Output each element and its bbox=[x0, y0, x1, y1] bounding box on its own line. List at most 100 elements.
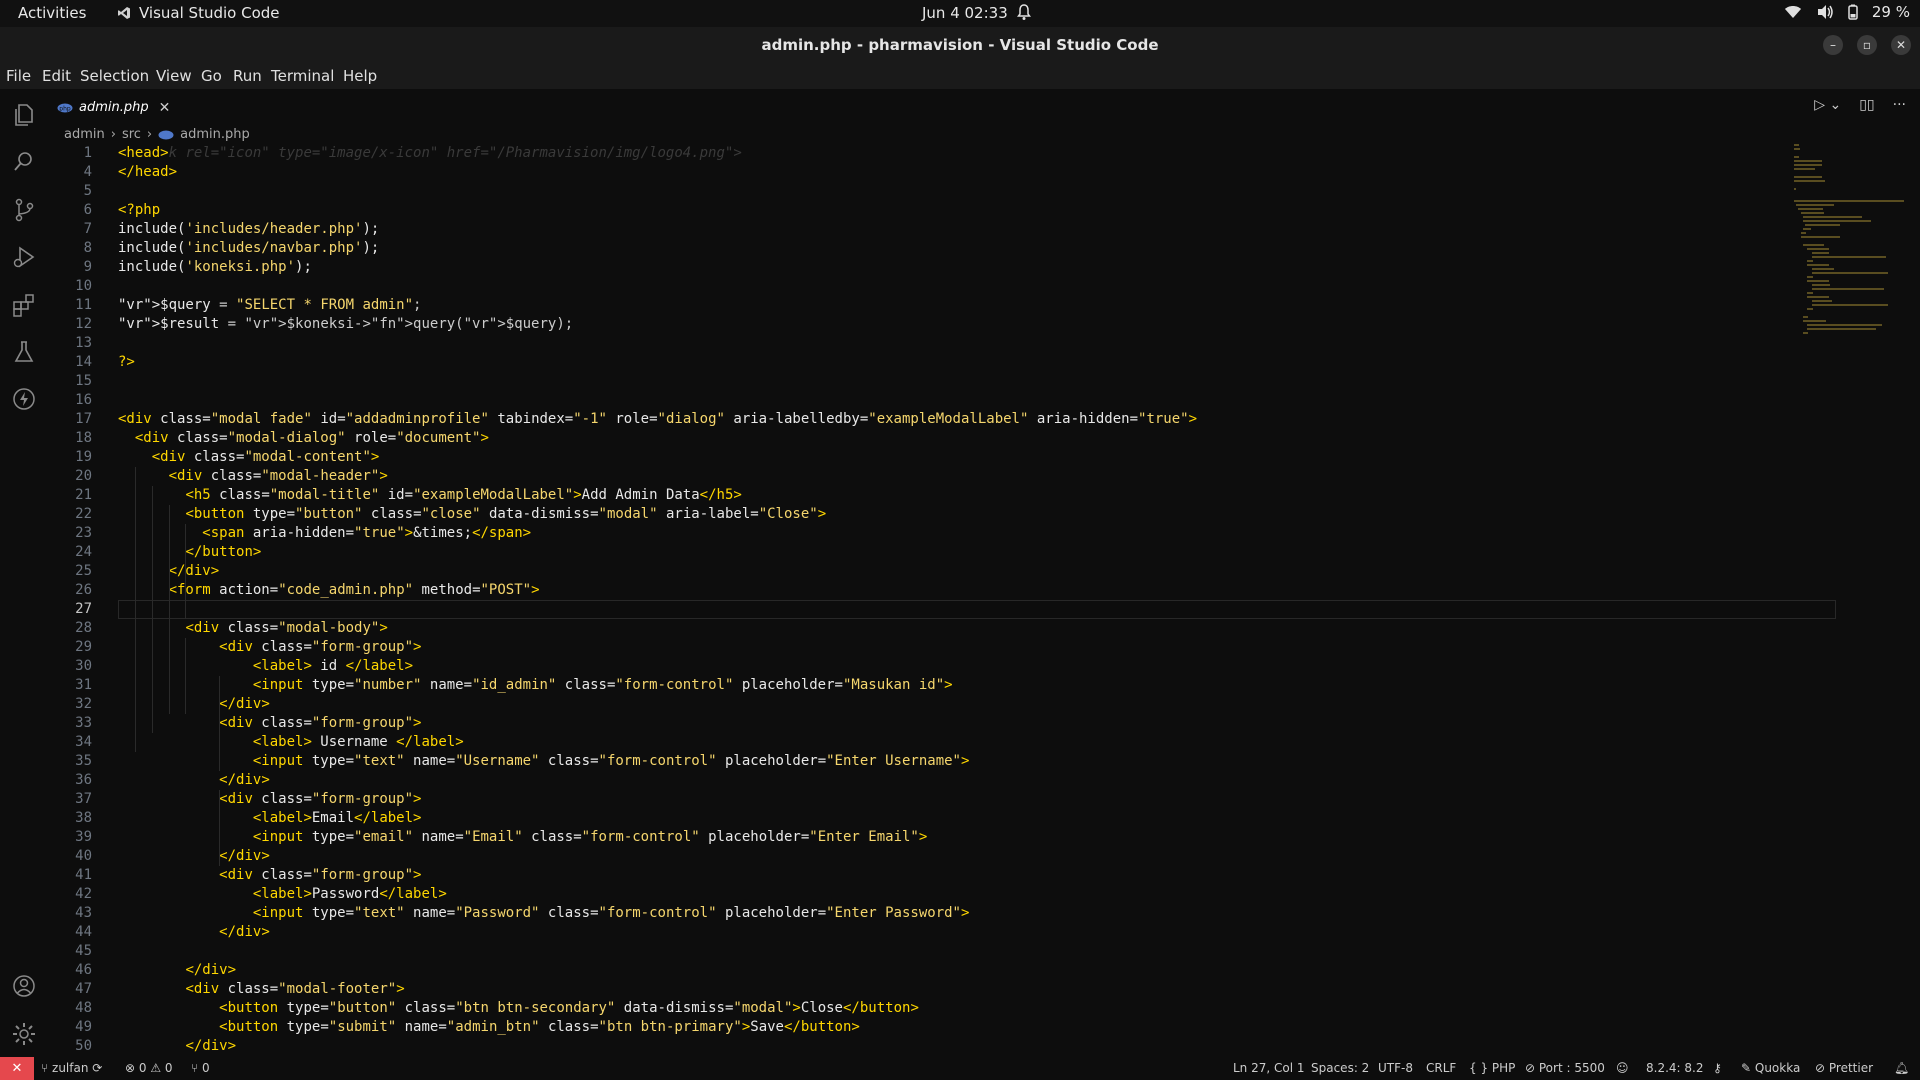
code-line[interactable]: 29 <div class="form-group"> bbox=[47, 638, 1787, 657]
code-line[interactable]: 35 <input type="text" name="Username" cl… bbox=[47, 752, 1787, 771]
notifications-bell-icon[interactable]: 🔔︎ bbox=[1894, 1061, 1909, 1075]
search-icon[interactable] bbox=[11, 149, 37, 175]
code-line[interactable]: 9 include('koneksi.php'); bbox=[47, 258, 1787, 277]
code-line[interactable]: 41 <div class="form-group"> bbox=[47, 866, 1787, 885]
code-line[interactable]: 46 </div> bbox=[47, 961, 1787, 980]
key-icon[interactable]: ⚷ bbox=[1713, 1061, 1722, 1075]
more-actions-icon[interactable]: ··· bbox=[1893, 97, 1906, 113]
code-line[interactable]: 22 <button type="button" class="close" d… bbox=[47, 505, 1787, 524]
feedback-icon[interactable]: ☺ bbox=[1616, 1061, 1629, 1075]
run-file-icon[interactable]: ▷ ⌄ bbox=[1814, 97, 1841, 113]
minimap[interactable] bbox=[1792, 144, 1910, 394]
code-line[interactable]: 16 bbox=[47, 391, 1787, 410]
code-line[interactable]: 26 <form action="code_admin.php" method=… bbox=[47, 581, 1787, 600]
code-line[interactable]: 8 include('includes/navbar.php'); bbox=[47, 239, 1787, 258]
code-line[interactable]: 49 <button type="submit" name="admin_btn… bbox=[47, 1018, 1787, 1037]
code-line[interactable]: 5 bbox=[47, 182, 1787, 201]
lightning-icon[interactable] bbox=[11, 386, 37, 412]
code-editor[interactable]: 1 <head>k rel="icon" type="image/x-icon" … bbox=[47, 144, 1836, 1056]
breadcrumb-file[interactable]: admin.php bbox=[180, 127, 250, 142]
code-line[interactable]: 20 <div class="modal-header"> bbox=[47, 467, 1787, 486]
live-server-port[interactable]: ⊘ Port : 5500 bbox=[1525, 1061, 1605, 1075]
code-line[interactable]: 7 include('includes/header.php'); bbox=[47, 220, 1787, 239]
explorer-icon[interactable] bbox=[11, 102, 37, 128]
testing-icon[interactable] bbox=[11, 339, 37, 365]
indentation[interactable]: Spaces: 2 bbox=[1311, 1061, 1369, 1075]
code-line[interactable]: 40 </div> bbox=[47, 847, 1787, 866]
menu-file[interactable]: File bbox=[6, 67, 31, 85]
run-debug-icon[interactable] bbox=[11, 244, 37, 270]
menu-go[interactable]: Go bbox=[201, 67, 222, 85]
code-line[interactable]: 38 <label>Email</label> bbox=[47, 809, 1787, 828]
code-line[interactable]: 32 </div> bbox=[47, 695, 1787, 714]
menu-view[interactable]: View bbox=[156, 67, 192, 85]
code-line[interactable]: 11 "vr">$query = "SELECT * FROM admin"; bbox=[47, 296, 1787, 315]
system-tray[interactable]: 29 % bbox=[1784, 3, 1910, 21]
code-line[interactable]: 31 <input type="number" name="id_admin" … bbox=[47, 676, 1787, 695]
cursor-position[interactable]: Ln 27, Col 1 bbox=[1233, 1061, 1305, 1075]
activities-button[interactable]: Activities bbox=[18, 4, 86, 22]
source-control-icon[interactable] bbox=[11, 197, 37, 223]
code-line[interactable]: 19 <div class="modal-content"> bbox=[47, 448, 1787, 467]
code-line[interactable]: 47 <div class="modal-footer"> bbox=[47, 980, 1787, 999]
close-window-icon[interactable]: ✕ bbox=[1891, 35, 1911, 55]
code-line[interactable]: 23 <span aria-hidden="true">&times;</spa… bbox=[47, 524, 1787, 543]
problems-status[interactable]: ⊗ 0 ⚠ 0 bbox=[125, 1061, 173, 1075]
minimize-icon[interactable]: – bbox=[1823, 35, 1843, 55]
code-line[interactable]: 48 <button type="button" class="btn btn-… bbox=[47, 999, 1787, 1018]
ports-status[interactable]: ⑂ 0 bbox=[191, 1061, 210, 1075]
window-title-bar[interactable]: admin.php - pharmavision - Visual Studio… bbox=[0, 27, 1920, 63]
code-line[interactable]: 12 "vr">$result = "vr">$koneksi->"fn">que… bbox=[47, 315, 1787, 334]
code-line[interactable]: 39 <input type="email" name="Email" clas… bbox=[47, 828, 1787, 847]
settings-gear-icon[interactable] bbox=[11, 1021, 37, 1047]
code-line[interactable]: 17 <div class="modal fade" id="addadminpr… bbox=[47, 410, 1787, 429]
php-version[interactable]: 8.2.4: 8.2 bbox=[1646, 1061, 1703, 1075]
breadcrumb-folder-admin[interactable]: admin bbox=[64, 127, 105, 142]
code-line[interactable]: 27 bbox=[47, 600, 1836, 619]
maximize-icon[interactable]: ▫ bbox=[1857, 35, 1877, 55]
menu-selection[interactable]: Selection bbox=[80, 67, 149, 85]
code-line[interactable]: 36 </div> bbox=[47, 771, 1787, 790]
code-line[interactable]: 30 <label> id </label> bbox=[47, 657, 1787, 676]
code-line[interactable]: 42 <label>Password</label> bbox=[47, 885, 1787, 904]
code-line[interactable]: 4 </head> bbox=[47, 163, 1787, 182]
code-line[interactable]: 45 bbox=[47, 942, 1787, 961]
code-line[interactable]: 50 </div> bbox=[47, 1037, 1787, 1056]
prettier-status[interactable]: ⊘ Prettier bbox=[1815, 1061, 1873, 1075]
branch-status[interactable]: ⑂ zulfan ⟳ bbox=[41, 1061, 102, 1075]
menu-edit[interactable]: Edit bbox=[42, 67, 71, 85]
code-line[interactable]: 37 <div class="form-group"> bbox=[47, 790, 1787, 809]
encoding[interactable]: UTF-8 bbox=[1378, 1061, 1413, 1075]
code-line[interactable]: 21 <h5 class="modal-title" id="exampleMo… bbox=[47, 486, 1787, 505]
breadcrumb-folder-src[interactable]: src bbox=[122, 127, 141, 142]
remote-indicator-icon[interactable]: ✕ bbox=[0, 1057, 34, 1080]
code-line[interactable]: 44 </div> bbox=[47, 923, 1787, 942]
code-line[interactable]: 10 bbox=[47, 277, 1787, 296]
menu-run[interactable]: Run bbox=[233, 67, 262, 85]
code-line[interactable]: 18 <div class="modal-dialog" role="docum… bbox=[47, 429, 1787, 448]
code-line[interactable]: 13 bbox=[47, 334, 1787, 353]
code-line[interactable]: 25 </div> bbox=[47, 562, 1787, 581]
split-editor-icon[interactable]: ▯▯ bbox=[1859, 97, 1874, 113]
language-mode[interactable]: { } PHP bbox=[1469, 1061, 1515, 1075]
code-line[interactable]: 28 <div class="modal-body"> bbox=[47, 619, 1787, 638]
code-line[interactable]: 14 ?> bbox=[47, 353, 1787, 372]
code-line[interactable]: 34 <label> Username </label> bbox=[47, 733, 1787, 752]
code-line[interactable]: 43 <input type="text" name="Password" cl… bbox=[47, 904, 1787, 923]
app-menu[interactable]: Visual Studio Code bbox=[117, 4, 280, 22]
clock[interactable]: Jun 4 02:33 bbox=[922, 4, 1008, 22]
code-line[interactable]: 15 bbox=[47, 372, 1787, 391]
extensions-icon[interactable] bbox=[11, 292, 37, 318]
quokka-status[interactable]: ✎ Quokka bbox=[1741, 1061, 1800, 1075]
tab-admin-php[interactable]: php admin.php ✕ bbox=[47, 89, 175, 125]
tab-close-icon[interactable]: ✕ bbox=[159, 100, 171, 116]
code-line[interactable]: 33 <div class="form-group"> bbox=[47, 714, 1787, 733]
code-line[interactable]: 1 <head>k rel="icon" type="image/x-icon" … bbox=[47, 144, 1787, 163]
code-line[interactable]: 6 <?php bbox=[47, 201, 1787, 220]
menu-terminal[interactable]: Terminal bbox=[271, 67, 334, 85]
notification-bell-icon[interactable] bbox=[1016, 3, 1032, 25]
line-ending[interactable]: CRLF bbox=[1426, 1061, 1456, 1075]
code-line[interactable]: 24 </button> bbox=[47, 543, 1787, 562]
menu-help[interactable]: Help bbox=[343, 67, 377, 85]
account-icon[interactable] bbox=[11, 973, 37, 999]
